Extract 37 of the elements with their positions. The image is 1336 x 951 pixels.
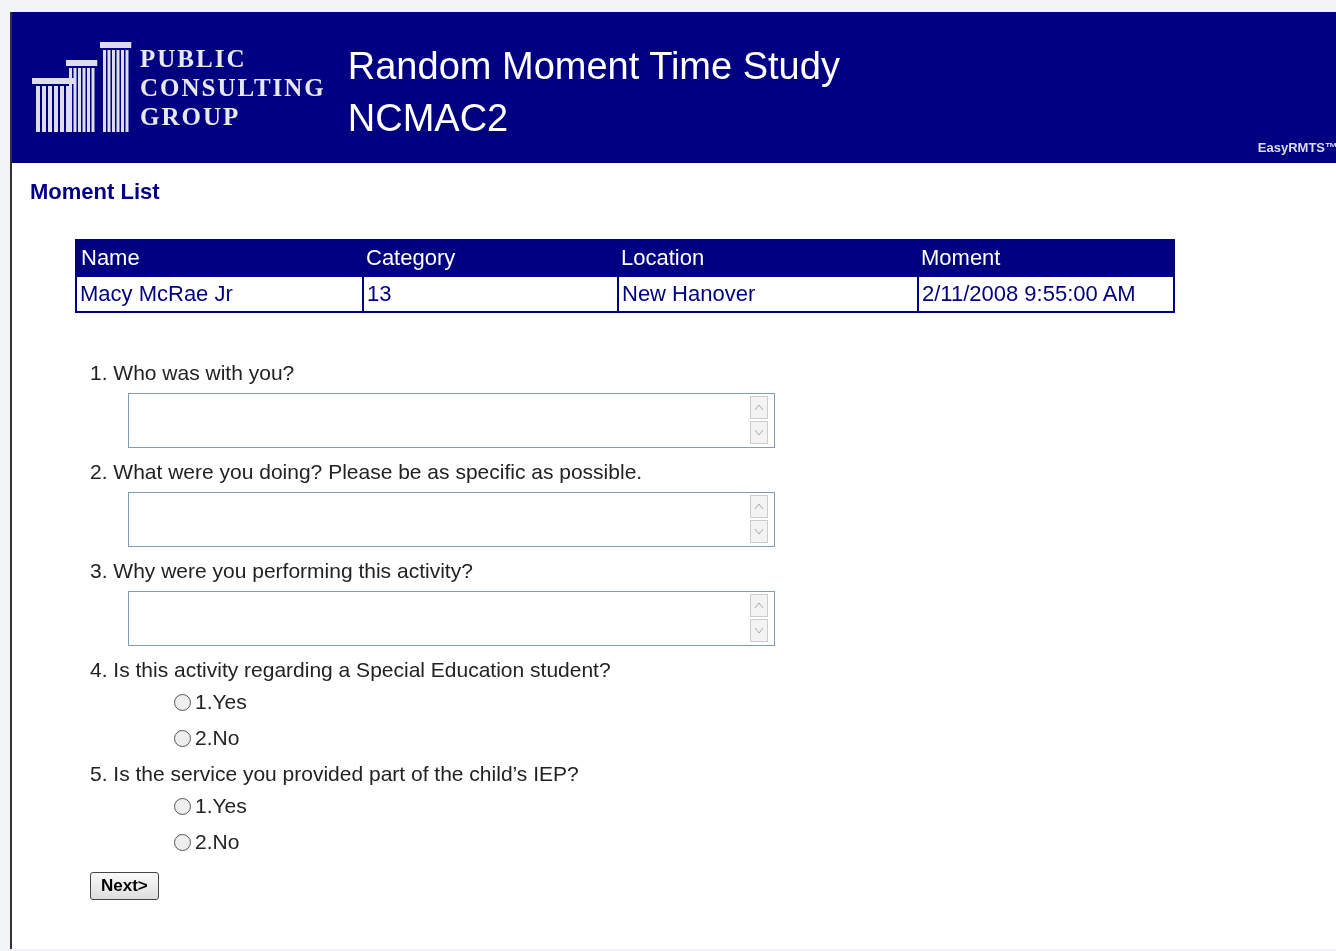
question-label: 3. Why were you performing this activity? bbox=[90, 559, 474, 583]
scroll-down-icon[interactable] bbox=[750, 520, 768, 543]
radio-button[interactable] bbox=[174, 693, 191, 711]
option-label: 1.Yes bbox=[195, 794, 247, 818]
brand-label: EasyRMTS™ bbox=[1257, 140, 1336, 155]
radio-button[interactable] bbox=[174, 797, 191, 815]
option-label: 2.No bbox=[195, 830, 240, 854]
scroll-up-icon[interactable] bbox=[750, 594, 768, 617]
question-label: 5. Is the service you provided part of the child’s IEP? bbox=[90, 762, 580, 786]
scroll-down-icon[interactable] bbox=[750, 421, 768, 444]
page-title: Random Moment Time Study bbox=[347, 44, 840, 89]
scroll-up-icon[interactable] bbox=[750, 396, 768, 419]
scroll-up-icon[interactable] bbox=[750, 495, 768, 518]
next-button[interactable]: Next> bbox=[90, 872, 159, 900]
page-subtitle: NCMAC2 bbox=[347, 96, 510, 141]
option-label: 2.No bbox=[195, 726, 240, 750]
option-label: 1.Yes bbox=[195, 690, 247, 714]
question-label: 1. Who was with you? bbox=[90, 361, 296, 385]
table-cell: 2/11/2008 9:55:00 AM bbox=[917, 277, 1173, 311]
table-cell: 13 bbox=[362, 277, 617, 311]
question-label: 4. Is this activity regarding a Special Education student? bbox=[90, 658, 612, 682]
answer-box[interactable] bbox=[128, 492, 775, 547]
logo-text: PUBLIC CONSULTING GROUP bbox=[140, 43, 326, 131]
answer-box[interactable] bbox=[128, 591, 775, 646]
table-cell-text: Macy McRae Jr bbox=[79, 280, 234, 308]
column-header: Moment bbox=[917, 241, 1173, 277]
table-cell: New Hanover bbox=[617, 277, 917, 311]
scroll-down-icon[interactable] bbox=[750, 619, 768, 642]
radio-button[interactable] bbox=[174, 729, 191, 747]
column-header: Name bbox=[77, 241, 362, 277]
column-header: Location bbox=[617, 241, 917, 277]
section-title: Moment List bbox=[30, 179, 161, 205]
column-header: Category bbox=[362, 241, 617, 277]
question-label: 2. What were you doing? Please be as specific as possible. bbox=[90, 460, 644, 484]
answer-box[interactable] bbox=[128, 393, 775, 448]
radio-button[interactable] bbox=[174, 833, 191, 851]
columns-logo-icon bbox=[32, 42, 132, 132]
